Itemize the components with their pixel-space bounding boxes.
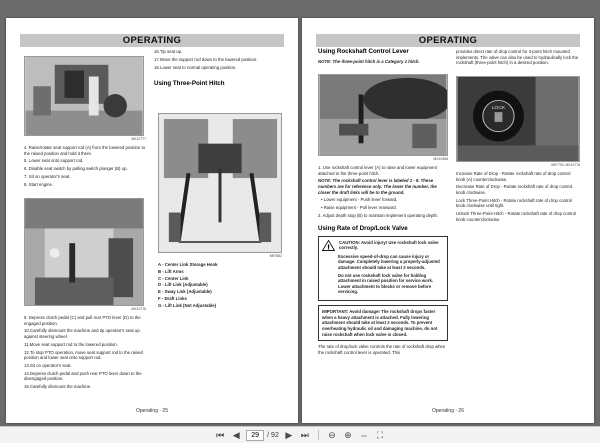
drop-control-items: Increase Rate of Drop - Rotate rockshaft… bbox=[456, 171, 580, 225]
step-text: 17.Move the support rod down to the lowe… bbox=[154, 56, 258, 62]
step-text: 16.Tip seat up. bbox=[154, 49, 183, 54]
photo-seat-support bbox=[24, 56, 144, 136]
important-box: IMPORTANT: Avoid damage! The rockshaft d… bbox=[318, 305, 448, 342]
steps-c: 16.Tip seat up. 17.Move the support rod … bbox=[154, 49, 282, 91]
caution-title: CAUTION: Avoid injury! Use rockshaft loc… bbox=[339, 239, 439, 251]
caution-text: Excessive speed-of-drop can cause injury… bbox=[338, 253, 440, 270]
page-number-input[interactable] bbox=[246, 429, 265, 441]
viewer-toolbar: ⏮ ◀ / 92 ▶ ⏭ ⊖ ⊕ ⇔ ⛶ bbox=[0, 426, 600, 443]
step-text: 2. Adjust depth stop (B) to maintain imp… bbox=[318, 212, 439, 218]
previous-page-button[interactable]: ◀ bbox=[230, 429, 242, 441]
legend-item: E - Sway Link (Adjustable) bbox=[158, 289, 212, 295]
steps-b: 9. Depress clutch pedal (C) and pull rea… bbox=[24, 315, 146, 392]
caution-header: ! CAUTION: Avoid injury! Use rockshaft l… bbox=[322, 239, 444, 251]
fit-width-icon[interactable]: ⇔ bbox=[358, 429, 370, 441]
legend-item: D - Lift Link (Adjustable) bbox=[158, 282, 208, 288]
section-heading: Using Three-Point Hitch bbox=[154, 80, 225, 88]
bullet-item: • Raise equipment - Pull lever rearward. bbox=[321, 205, 397, 211]
step-text: 14.Depress clutch pedal and push rear PT… bbox=[24, 370, 142, 382]
step-text: 7. Sit on operator's seat. bbox=[24, 173, 71, 179]
step-text: 13.Sit on operator's seat. bbox=[24, 362, 72, 368]
hitch-legend: A - Center Link Storage Hook B - Lift Ar… bbox=[158, 262, 282, 309]
note-text: NOTE: The three-point hitch is a Categor… bbox=[318, 59, 420, 64]
toolbar-separator bbox=[317, 430, 319, 440]
zoom-out-icon[interactable]: ⊖ bbox=[326, 429, 338, 441]
drop-control-intro: provides direct rate of drop control for… bbox=[456, 49, 580, 68]
figure-code: M97582 bbox=[269, 254, 282, 258]
rockshaft-steps: 1. Use rockshaft control lever (A) to ra… bbox=[318, 165, 448, 358]
legend-item: A - Center Link Storage Hook bbox=[158, 262, 218, 267]
drop-knob-illustration: LOCK bbox=[457, 77, 579, 161]
legend-item: C - Center Link bbox=[158, 275, 189, 281]
section-band: OPERATING bbox=[316, 34, 580, 47]
hitch-illustration bbox=[159, 114, 281, 252]
body-text: provides direct rate of drop control for… bbox=[456, 49, 579, 66]
page-footer: Operating - 25 bbox=[136, 408, 168, 414]
figure-code: MX10778 bbox=[131, 307, 146, 311]
step-text: 6. Disable seat switch by pulling switch… bbox=[24, 166, 128, 172]
zoom-in-icon[interactable]: ⊕ bbox=[342, 429, 354, 441]
figure-code: MX10777 bbox=[131, 137, 146, 141]
svg-text:!: ! bbox=[327, 242, 330, 251]
page-right: OPERATING Using Rockshaft Control Lever … bbox=[302, 18, 594, 423]
section-band: OPERATING bbox=[20, 34, 284, 47]
seat-support-illustration bbox=[25, 57, 143, 135]
caution-text: Do not use rockshaft lock valve for hold… bbox=[338, 272, 434, 295]
legend-item: F - Draft Links bbox=[158, 295, 187, 301]
body-text: The rate of drop/lock valve controls the… bbox=[318, 344, 446, 355]
total-pages: / 92 bbox=[267, 431, 279, 439]
last-page-button[interactable]: ⏭ bbox=[299, 429, 311, 441]
knob-label: LOCK bbox=[492, 105, 506, 111]
control-item: Increase Rate of Drop - Rotate rockshaft… bbox=[456, 171, 571, 182]
step-text: 1. Use rockshaft control lever (A) to ra… bbox=[318, 165, 437, 176]
photo-rockshaft-lever bbox=[318, 74, 448, 156]
control-item: Decrease Rate of Drop - Rotate rockshaft… bbox=[456, 184, 573, 195]
rockshaft-illustration bbox=[319, 75, 447, 155]
fullscreen-icon[interactable]: ⛶ bbox=[374, 429, 386, 441]
caution-box: ! CAUTION: Avoid injury! Use rockshaft l… bbox=[318, 235, 448, 302]
page-footer: Operating - 26 bbox=[432, 408, 464, 414]
step-text: 4. Raise/rotate seat support rod (A) fro… bbox=[24, 145, 146, 156]
legend-item: B - Lift Arms bbox=[158, 268, 184, 274]
step-text: 9. Depress clutch pedal (C) and pull rea… bbox=[24, 315, 141, 326]
step-text: 10.Carefully dismount the machine and ti… bbox=[24, 328, 140, 339]
step-text: 8. Start engine. bbox=[24, 181, 54, 187]
photo-clutch-pto bbox=[24, 198, 144, 306]
steps-a: 4. Raise/rotate seat support rod (A) fro… bbox=[24, 145, 146, 190]
photo-three-point-hitch bbox=[158, 113, 282, 253]
page-indicator: / 92 bbox=[246, 429, 279, 441]
section-heading: Using Rockshaft Control Lever bbox=[318, 48, 409, 55]
figure-code: M97703, MX10776 bbox=[551, 163, 580, 167]
legend-item: G - Lift Link (Not Adjustable) bbox=[158, 302, 217, 308]
step-text: 15.Carefully dismount the machine. bbox=[24, 384, 92, 390]
pdf-viewer: OPERATING MX10777 4. Raise/rotate seat s… bbox=[0, 0, 600, 443]
figure-code: MX10458 bbox=[433, 157, 448, 161]
control-item: Unlock Three-Point Hitch - Rotate rocksh… bbox=[456, 211, 577, 222]
page-left: OPERATING MX10777 4. Raise/rotate seat s… bbox=[6, 18, 298, 423]
first-page-button[interactable]: ⏮ bbox=[214, 429, 226, 441]
photo-drop-knob: LOCK bbox=[456, 76, 580, 162]
step-text: 18.Lower seat to normal operating positi… bbox=[154, 64, 237, 70]
bullet-item: • Lower equipment - Push lever forward. bbox=[321, 197, 398, 203]
bullet-text: Lower equipment - Push lever forward. bbox=[323, 197, 398, 203]
step-text: 12.To stop PTO operation, move seat supp… bbox=[24, 349, 143, 361]
warning-triangle-icon: ! bbox=[322, 239, 335, 251]
step-text: 5. Lower seat onto support rod. bbox=[24, 158, 84, 164]
bullet-text: Raise equipment - Pull lever rearward. bbox=[323, 205, 397, 211]
control-item: Lock Three-Point Hitch - Rotate rockshaf… bbox=[456, 197, 572, 209]
section-heading: Using Rate of Drop/Lock Valve bbox=[318, 224, 408, 232]
next-page-button[interactable]: ▶ bbox=[283, 429, 295, 441]
rockshaft-intro: Using Rockshaft Control Lever NOTE: The … bbox=[318, 48, 448, 67]
step-text: 11.Move seat support rod to the lowered … bbox=[24, 341, 118, 347]
note-text: NOTE: The rockshaft control lever is lab… bbox=[318, 178, 437, 195]
clutch-pto-illustration bbox=[25, 199, 143, 305]
